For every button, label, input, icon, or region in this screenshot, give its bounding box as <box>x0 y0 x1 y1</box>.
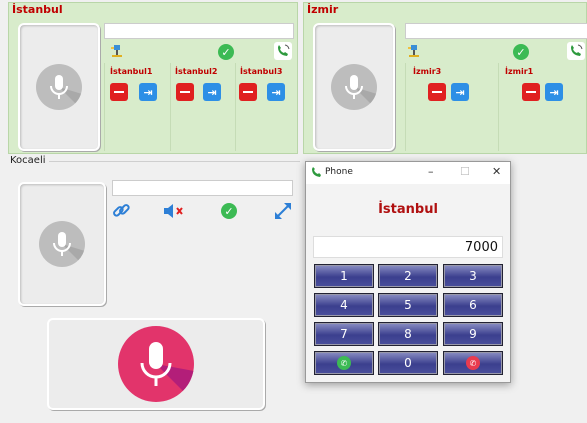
key-6[interactable]: 6 <box>443 293 503 317</box>
maximize-button[interactable]: ☐ <box>460 165 470 178</box>
izmir-mic-button[interactable] <box>313 23 395 151</box>
phone-app-icon <box>310 166 323 179</box>
status-ok-icon: ✓ <box>513 44 529 60</box>
minimize-button[interactable]: – <box>428 165 434 178</box>
key-5[interactable]: 5 <box>378 293 438 317</box>
key-7[interactable]: 7 <box>314 322 374 346</box>
hangup-button[interactable] <box>522 83 540 101</box>
line-column <box>235 63 236 151</box>
line-column <box>405 63 406 151</box>
line-label-istanbul2: İstanbul2 <box>175 67 218 76</box>
transfer-button[interactable]: ⇥ <box>267 83 285 101</box>
line-label-istanbul3: İstanbul3 <box>240 67 283 76</box>
end-call-icon: ✆ <box>466 356 480 370</box>
key-0[interactable]: 0 <box>378 351 438 375</box>
status-ok-icon: ✓ <box>218 44 234 60</box>
phone-call-icon[interactable] <box>274 42 292 60</box>
network-icon <box>109 44 125 60</box>
network-icon <box>406 44 422 60</box>
hangup-button[interactable] <box>110 83 128 101</box>
istanbul-group: İstanbul ✓ İstanbul1 ⇥ İstanbul2 ⇥ İstan… <box>8 2 298 154</box>
key-3[interactable]: 3 <box>443 264 503 288</box>
hangup-button[interactable] <box>176 83 194 101</box>
end-call-button[interactable]: ✆ <box>443 351 503 375</box>
hangup-button[interactable] <box>428 83 446 101</box>
key-9[interactable]: 9 <box>443 322 503 346</box>
status-ok-icon: ✓ <box>221 203 237 219</box>
key-8[interactable]: 8 <box>378 322 438 346</box>
line-column <box>498 63 499 151</box>
phone-city-label: İstanbul <box>378 202 438 217</box>
hangup-button[interactable] <box>239 83 257 101</box>
transfer-button[interactable]: ⇥ <box>451 83 469 101</box>
line-column <box>104 63 105 151</box>
key-1[interactable]: 1 <box>314 264 374 288</box>
phone-call-icon[interactable] <box>567 42 585 60</box>
key-2[interactable]: 2 <box>378 264 438 288</box>
call-icon: ✆ <box>337 356 351 370</box>
mute-icon[interactable] <box>162 202 186 220</box>
expand-icon[interactable] <box>273 201 293 221</box>
phone-window: Phone – ☐ ✕ İstanbul 7000 1 2 3 4 5 6 7 … <box>305 161 511 383</box>
line-label-istanbul1: İstanbul1 <box>110 67 153 76</box>
phone-window-title: Phone <box>325 167 353 177</box>
transfer-button[interactable]: ⇥ <box>545 83 563 101</box>
kocaeli-mic-button[interactable] <box>18 182 106 306</box>
izmir-group-title: İzmir <box>307 3 339 16</box>
istanbul-mic-button[interactable] <box>18 23 100 151</box>
mic-icon <box>36 64 82 110</box>
key-4[interactable]: 4 <box>314 293 374 317</box>
phone-number-display[interactable]: 7000 <box>313 236 503 258</box>
call-button[interactable]: ✆ <box>314 351 374 375</box>
line-column <box>170 63 171 151</box>
mic-icon <box>331 64 377 110</box>
mic-icon <box>118 326 194 402</box>
main-mic-button[interactable] <box>47 318 265 410</box>
kocaeli-group-title: Kocaeli <box>10 155 49 166</box>
transfer-button[interactable]: ⇥ <box>139 83 157 101</box>
istanbul-name-field[interactable] <box>104 23 294 39</box>
izmir-group: İzmir ✓ İzmir3 ⇥ İzmir1 ⇥ <box>303 2 587 154</box>
istanbul-group-title: İstanbul <box>12 3 63 16</box>
phone-titlebar[interactable]: Phone – ☐ ✕ <box>306 162 510 184</box>
link-icon[interactable] <box>111 201 131 221</box>
transfer-button[interactable]: ⇥ <box>203 83 221 101</box>
kocaeli-name-field[interactable] <box>112 180 293 196</box>
close-button[interactable]: ✕ <box>492 165 501 178</box>
izmir-name-field[interactable] <box>405 23 587 39</box>
line-label-izmir1: İzmir1 <box>505 67 534 76</box>
kocaeli-group: Kocaeli ✓ <box>10 155 300 311</box>
line-label-izmir3: İzmir3 <box>413 67 442 76</box>
mic-icon <box>39 221 85 267</box>
